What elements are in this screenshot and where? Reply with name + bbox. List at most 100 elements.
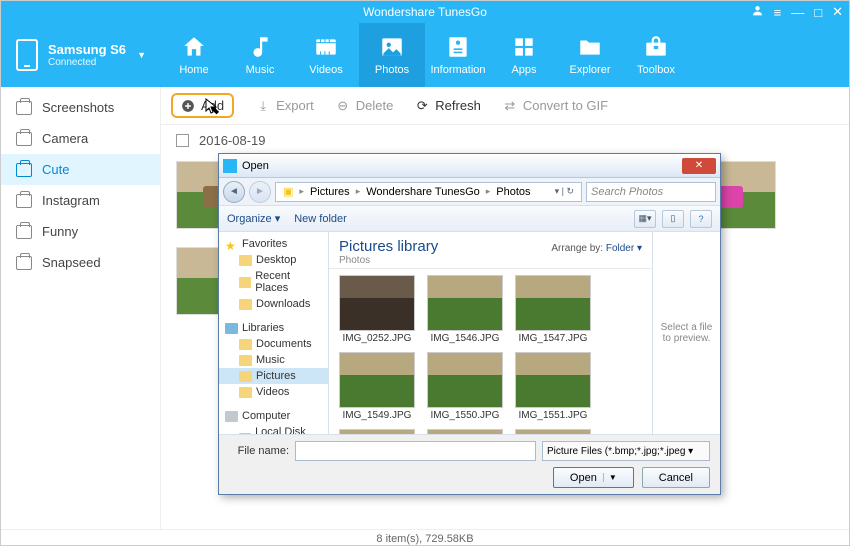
preview-pane: Select a file to preview. — [652, 232, 720, 434]
library-title: Pictures library — [339, 238, 438, 255]
camera-icon — [16, 256, 32, 270]
export-icon: ⤓ — [256, 99, 270, 113]
camera-icon — [16, 194, 32, 208]
file-item[interactable]: IMG_1547.JPG — [513, 275, 593, 344]
breadcrumb[interactable]: ▣ ▸ Pictures▸ Wondershare TunesGo▸ Photo… — [275, 182, 582, 202]
help-button[interactable]: ? — [690, 210, 712, 228]
delete-button[interactable]: ⊖ Delete — [336, 98, 394, 113]
forward-button[interactable]: ► — [249, 181, 271, 203]
device-name: Samsung S6 — [48, 42, 126, 57]
tab-home[interactable]: Home — [161, 23, 227, 87]
search-input[interactable]: Search Photos — [586, 182, 716, 202]
nav-item-downloads[interactable]: Downloads — [219, 296, 328, 312]
back-button[interactable]: ◄ — [223, 181, 245, 203]
nav-item-recent[interactable]: Recent Places — [219, 268, 328, 296]
tab-apps[interactable]: Apps — [491, 23, 557, 87]
app-title: Wondershare TunesGo — [363, 5, 487, 19]
window-controls: ≡ — □ ✕ — [751, 1, 843, 23]
device-status: Connected — [48, 57, 126, 68]
file-pane: Pictures library Photos Arrange by: Fold… — [329, 232, 652, 434]
dialog-close-button[interactable]: ✕ — [682, 158, 716, 174]
delete-icon: ⊖ — [336, 99, 350, 113]
arrange-by[interactable]: Arrange by: Folder ▾ — [551, 243, 642, 254]
nav-item-documents[interactable]: Documents — [219, 336, 328, 352]
refresh-button[interactable]: ⟳ Refresh — [415, 98, 481, 113]
view-button[interactable]: ▦▾ — [634, 210, 656, 228]
user-icon[interactable] — [751, 4, 764, 20]
preview-pane-button[interactable]: ▯ — [662, 210, 684, 228]
cancel-button[interactable]: Cancel — [642, 467, 710, 488]
sidebar-item-instagram[interactable]: Instagram — [1, 185, 160, 216]
camera-icon — [16, 101, 32, 115]
file-item[interactable] — [513, 429, 593, 434]
dialog-title: Open — [242, 160, 269, 172]
nav-item-desktop[interactable]: Desktop — [219, 252, 328, 268]
nav-item-pictures[interactable]: Pictures — [219, 368, 328, 384]
file-item[interactable]: IMG_0252.JPG — [337, 275, 417, 344]
camera-icon — [16, 132, 32, 146]
close-button[interactable]: ✕ — [832, 4, 843, 20]
open-button[interactable]: Open▼ — [553, 467, 634, 488]
sidebar-item-cute[interactable]: Cute — [1, 154, 160, 185]
nav-favorites[interactable]: ★Favorites — [219, 236, 328, 252]
file-item[interactable]: IMG_1549.JPG — [337, 352, 417, 421]
nav-item-music[interactable]: Music — [219, 352, 328, 368]
date-label: 2016-08-19 — [199, 133, 266, 148]
header: Samsung S6 Connected ▼ HomeMusicVideosPh… — [1, 23, 849, 87]
camera-icon — [16, 225, 32, 239]
folder-icon: ▣ — [280, 185, 296, 198]
dialog-nav: ◄ ► ▣ ▸ Pictures▸ Wondershare TunesGo▸ P… — [219, 178, 720, 206]
maximize-button[interactable]: □ — [814, 5, 822, 20]
file-item[interactable]: IMG_1546.JPG — [425, 275, 505, 344]
organize-menu[interactable]: Organize ▾ — [227, 212, 280, 225]
nav-tabs: HomeMusicVideosPhotosInformationAppsExpl… — [161, 23, 849, 87]
sidebar-item-snapseed[interactable]: Snapseed — [1, 247, 160, 278]
open-dialog: Open ✕ ◄ ► ▣ ▸ Pictures▸ Wondershare Tun… — [218, 153, 721, 495]
filename-label: File name: — [229, 445, 289, 457]
export-button[interactable]: ⤓ Export — [256, 98, 314, 113]
tab-music[interactable]: Music — [227, 23, 293, 87]
tab-information[interactable]: Information — [425, 23, 491, 87]
minimize-button[interactable]: — — [791, 5, 804, 20]
app-icon — [223, 159, 237, 173]
tab-videos[interactable]: Videos — [293, 23, 359, 87]
menu-icon[interactable]: ≡ — [774, 5, 782, 20]
dialog-body: ★Favorites Desktop Recent Places Downloa… — [219, 232, 720, 434]
nav-item-c-drive[interactable]: Local Disk (C:) — [219, 424, 328, 434]
tab-toolbox[interactable]: Toolbox — [623, 23, 689, 87]
file-item[interactable]: IMG_1550.JPG — [425, 352, 505, 421]
chevron-down-icon: ▼ — [137, 50, 146, 60]
tab-explorer[interactable]: Explorer — [557, 23, 623, 87]
file-item[interactable]: IMG_1551.JPG — [513, 352, 593, 421]
file-item[interactable] — [425, 429, 505, 434]
sidebar-item-camera[interactable]: Camera — [1, 123, 160, 154]
dialog-titlebar: Open ✕ — [219, 154, 720, 178]
new-folder-button[interactable]: New folder — [294, 213, 347, 225]
nav-item-videos[interactable]: Videos — [219, 384, 328, 400]
sidebar-item-funny[interactable]: Funny — [1, 216, 160, 247]
refresh-icon: ⟳ — [415, 99, 429, 113]
titlebar: Wondershare TunesGo ≡ — □ ✕ — [1, 1, 849, 23]
filetype-filter[interactable]: Picture Files (*.bmp;*.jpg;*.jpeg ▾ — [542, 441, 710, 461]
date-group-header: 2016-08-19 — [161, 125, 849, 156]
filename-input[interactable] — [295, 441, 536, 461]
tab-photos[interactable]: Photos — [359, 23, 425, 87]
file-item[interactable] — [337, 429, 417, 434]
status-text: 8 item(s), 729.58KB — [376, 533, 473, 545]
device-selector[interactable]: Samsung S6 Connected ▼ — [1, 23, 161, 87]
phone-icon — [16, 39, 38, 71]
nav-computer[interactable]: Computer — [219, 408, 328, 424]
library-sub: Photos — [339, 255, 438, 266]
dialog-toolbar: Organize ▾ New folder ▦▾ ▯ ? — [219, 206, 720, 232]
add-button[interactable]: Add ⬉ — [171, 93, 234, 118]
nav-libraries[interactable]: Libraries — [219, 320, 328, 336]
file-grid: IMG_0252.JPGIMG_1546.JPGIMG_1547.JPGIMG_… — [329, 269, 652, 434]
toolbar: Add ⬉ ⤓ Export ⊖ Delete ⟳ Refresh ⇄ Conv… — [161, 87, 849, 125]
sidebar-item-screenshots[interactable]: Screenshots — [1, 92, 160, 123]
add-label: Add — [201, 98, 224, 113]
convert-gif-button[interactable]: ⇄ Convert to GIF — [503, 98, 608, 113]
select-all-checkbox[interactable] — [176, 134, 189, 147]
camera-icon — [16, 163, 32, 177]
gif-icon: ⇄ — [503, 99, 517, 113]
sidebar: ScreenshotsCameraCuteInstagramFunnySnaps… — [1, 87, 161, 529]
